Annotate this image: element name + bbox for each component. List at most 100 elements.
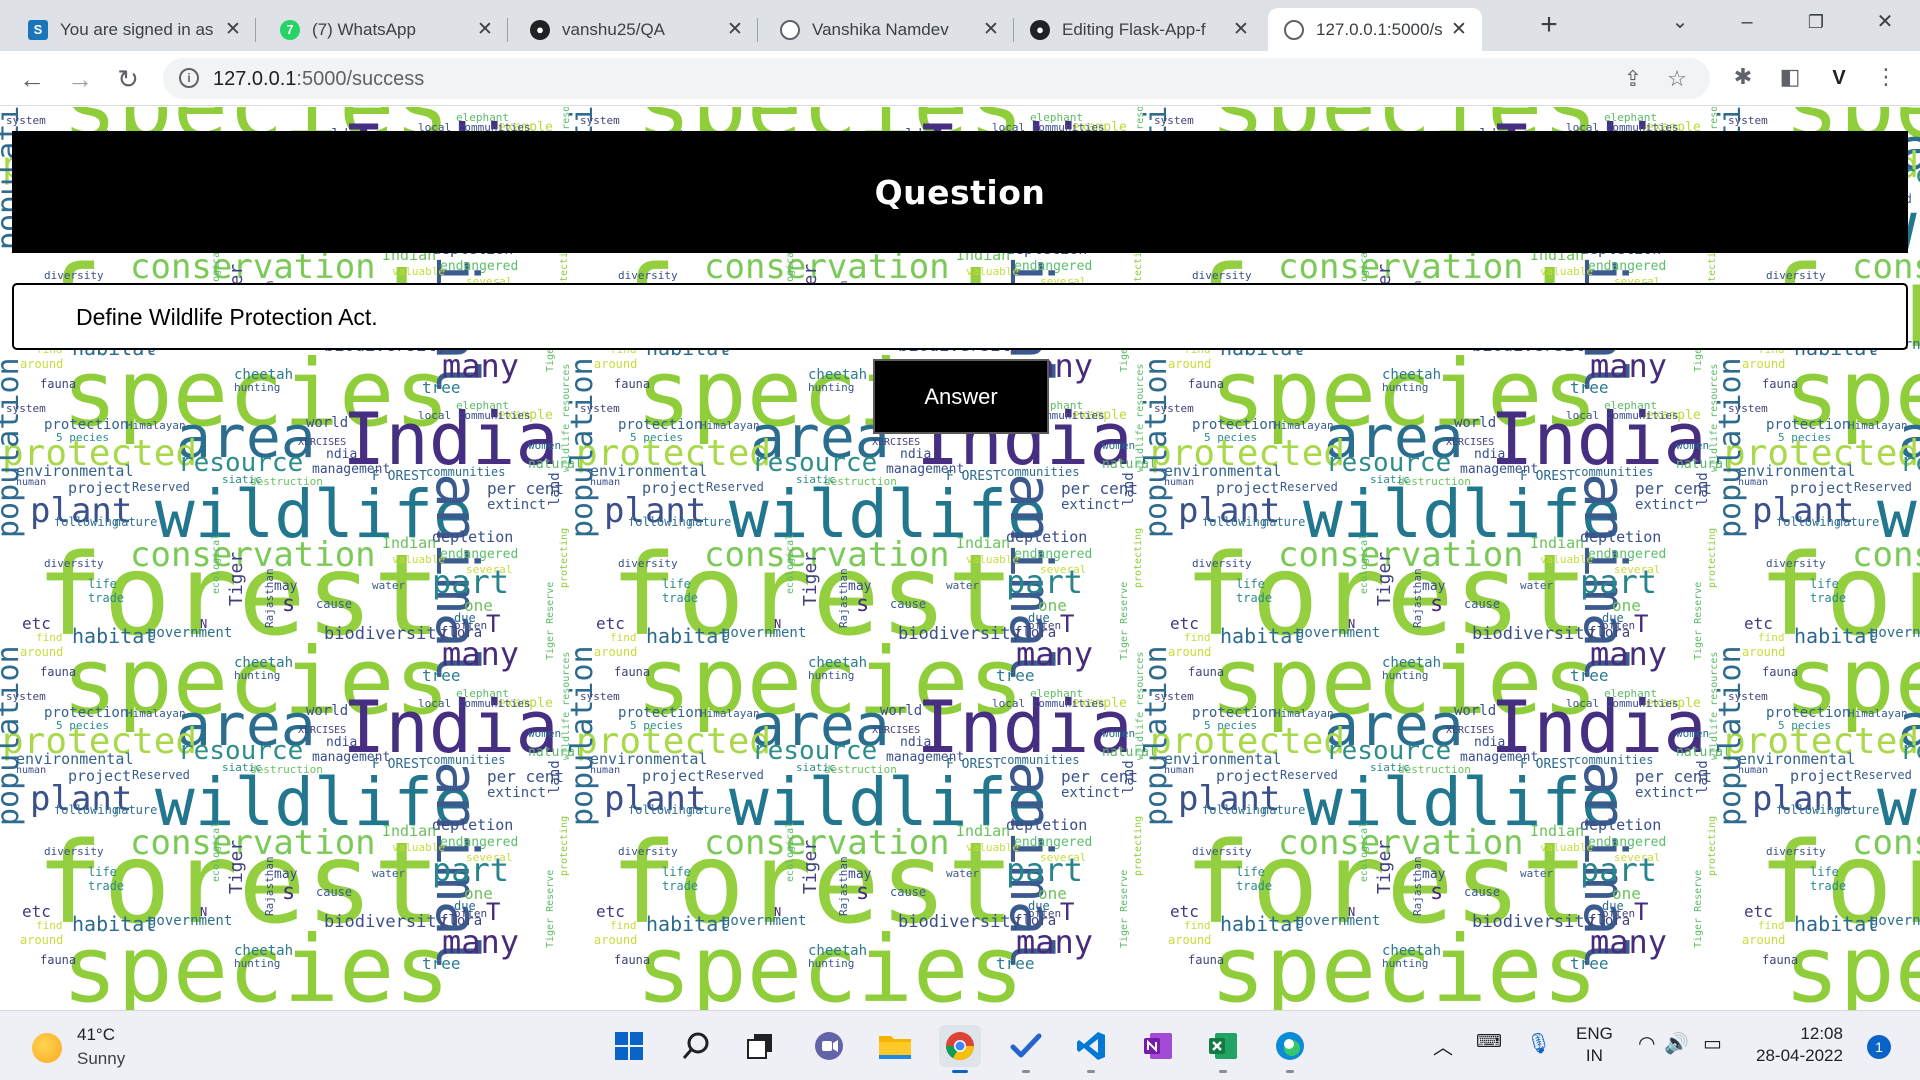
browser-tab[interactable]: S You are signed in as ✕ <box>12 8 256 51</box>
browser-tab[interactable]: ● vanshu25/QA ✕ <box>514 8 758 51</box>
browser-tab[interactable]: 7 (7) WhatsApp ✕ <box>264 8 508 51</box>
answer-button[interactable]: Answer <box>873 359 1049 434</box>
bookmark-star-icon[interactable]: ☆ <box>1663 65 1691 93</box>
wordcloud-word: project <box>68 479 132 497</box>
battery-icon[interactable]: ▭ <box>1703 1031 1722 1056</box>
close-tab-icon[interactable]: ✕ <box>726 18 744 41</box>
wordcloud-word: cheetah <box>1382 655 1442 671</box>
wordcloud-word: around <box>1742 933 1786 947</box>
clock-time: 12:08 <box>1800 1024 1843 1043</box>
wordcloud-word: Reserved <box>1854 768 1912 782</box>
close-tab-icon[interactable]: ✕ <box>1450 18 1468 41</box>
profile-avatar[interactable]: V <box>1823 62 1855 94</box>
microphone-icon[interactable]: 🎙 <box>1526 1031 1551 1056</box>
close-tab-icon[interactable]: ✕ <box>1232 18 1250 41</box>
address-bar[interactable]: i 127.0.0.1:5000/success ⇪ ☆ <box>163 58 1710 99</box>
wordcloud-word: world <box>880 703 923 719</box>
wordcloud-word: world <box>1454 415 1497 431</box>
wordcloud-word: following <box>1202 803 1268 817</box>
new-tab-icon[interactable]: + <box>1529 10 1569 42</box>
wordcloud-word: conservation <box>1852 247 1920 287</box>
close-tab-icon[interactable]: ✕ <box>982 18 1000 41</box>
side-panel-icon[interactable]: ◧ <box>1774 61 1806 93</box>
wordcloud-word: due <box>454 611 476 625</box>
todo-button[interactable] <box>1005 1025 1047 1073</box>
wordcloud-word: etc <box>1170 902 1199 921</box>
wordcloud-word: system <box>1154 402 1194 415</box>
wordcloud-word: fauna <box>40 953 77 967</box>
wordcloud-word: endangered <box>1588 547 1667 562</box>
wordcloud-word: trade <box>662 591 699 605</box>
weather-condition[interactable]: Sunny <box>77 1049 125 1069</box>
reload-icon[interactable]: ↻ <box>110 61 146 97</box>
vscode-button[interactable] <box>1070 1025 1112 1073</box>
globe-icon <box>780 19 800 40</box>
wordcloud-word: women <box>1676 439 1710 452</box>
wordcloud-word: protection <box>618 417 703 433</box>
wordcloud-word: hunting <box>234 669 281 682</box>
wordcloud-word: ndia <box>1474 447 1506 462</box>
tab-search-icon[interactable]: ⌄ <box>1660 6 1700 38</box>
close-window-icon[interactable]: ✕ <box>1865 6 1905 38</box>
wordcloud-word: N <box>200 617 208 631</box>
sun-icon[interactable] <box>32 1033 62 1063</box>
wordcloud-word: conservation <box>1278 535 1524 575</box>
excel-button[interactable] <box>1202 1025 1244 1073</box>
chevron-up-icon[interactable]: ︿ <box>1433 1031 1453 1060</box>
start-button[interactable] <box>608 1025 650 1067</box>
wordcloud-word: T <box>486 610 501 638</box>
browser-toolbar: ← → ↻ i 127.0.0.1:5000/success ⇪ ☆ <box>0 51 1920 106</box>
wordcloud-word: cheetah <box>234 943 294 959</box>
close-tab-icon[interactable]: ✕ <box>224 18 242 41</box>
browser-tab-active[interactable]: 127.0.0.1:5000/succ ✕ <box>1268 8 1482 51</box>
file-explorer-button[interactable] <box>874 1025 916 1067</box>
wordcloud-word: life <box>662 577 691 591</box>
browser-tab[interactable]: ● Editing Flask-App-f ✕ <box>1014 8 1264 51</box>
weather-temperature[interactable]: 41°C <box>77 1025 115 1045</box>
browser-tab[interactable]: Vanshika Namdev ✕ <box>764 8 1014 51</box>
wordcloud-word: tree <box>1570 954 1609 973</box>
forward-icon[interactable]: → <box>62 61 98 97</box>
wordcloud-word: around <box>1742 645 1786 659</box>
wordcloud-word: Tiger Reserve <box>1693 869 1704 948</box>
input-language[interactable]: ENG IN <box>1576 1023 1613 1067</box>
wordcloud-word: women <box>528 439 562 452</box>
system-clock[interactable]: 12:08 28-04-2022 <box>1756 1023 1843 1067</box>
chrome-button[interactable] <box>939 1025 981 1073</box>
teams-chat-button[interactable] <box>808 1025 850 1067</box>
extensions-icon[interactable]: ✱ <box>1727 61 1759 93</box>
question-box: Define Wildlife Protection Act. <box>12 283 1908 350</box>
wordcloud-word: hunting <box>1382 957 1429 970</box>
edge-button[interactable] <box>1269 1025 1311 1073</box>
wordcloud-word: cause <box>890 597 927 611</box>
wordcloud-word: Rajasthan <box>1411 568 1424 628</box>
wordcloud-word: around <box>1168 645 1212 659</box>
wordcloud-word: fauna <box>1188 377 1225 391</box>
share-icon[interactable]: ⇪ <box>1619 65 1647 93</box>
volume-icon[interactable]: 🔊 <box>1664 1031 1689 1056</box>
restore-icon[interactable]: ❐ <box>1796 6 1836 38</box>
onenote-button[interactable] <box>1137 1025 1179 1067</box>
notification-badge[interactable]: 1 <box>1867 1035 1891 1059</box>
wordcloud-word: find <box>1758 919 1785 932</box>
site-info-icon[interactable]: i <box>179 68 199 88</box>
address-url[interactable]: 127.0.0.1:5000/success <box>213 68 424 91</box>
wordcloud-word: cheetah <box>808 943 868 959</box>
menu-kebab-icon[interactable]: ⋮ <box>1870 61 1902 93</box>
wordcloud-word: trade <box>1810 591 1847 605</box>
wordcloud-word: diversity <box>44 845 104 858</box>
wordcloud-word: N <box>200 905 208 919</box>
keyboard-icon[interactable]: ⌨ <box>1476 1031 1502 1052</box>
wordcloud-word: ecological <box>1359 821 1370 882</box>
back-icon[interactable]: ← <box>14 61 50 97</box>
close-tab-icon[interactable]: ✕ <box>476 18 494 41</box>
task-view-button[interactable] <box>739 1025 781 1067</box>
search-button[interactable] <box>675 1025 717 1067</box>
wordcloud-word: population <box>1139 357 1174 538</box>
wordcloud-word: T <box>1634 610 1649 638</box>
minimize-icon[interactable]: – <box>1727 6 1767 38</box>
wordcloud-word: cheetah <box>1382 943 1442 959</box>
wordcloud-word: human <box>590 765 621 776</box>
wordcloud-word: N <box>774 905 782 919</box>
wifi-icon[interactable]: ◠ <box>1638 1031 1655 1056</box>
